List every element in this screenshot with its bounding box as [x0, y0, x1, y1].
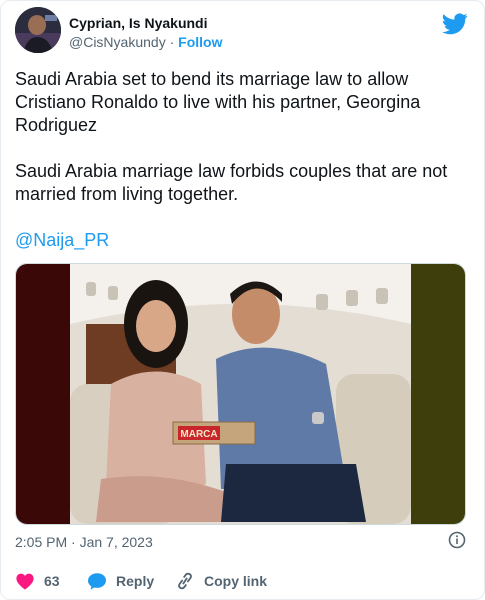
twitter-bird-icon[interactable] — [442, 13, 468, 35]
mention-link[interactable]: @Naija_PR — [15, 229, 470, 252]
separator: · — [169, 34, 175, 50]
tweet-card: Cyprian, Is Nyakundi @CisNyakundy · Foll… — [0, 0, 485, 600]
handle[interactable]: @CisNyakundy — [69, 34, 166, 50]
reply-label: Reply — [116, 573, 155, 589]
tweet-actions: 63 Reply Copy link — [15, 571, 470, 591]
copy-link-label: Copy link — [204, 573, 268, 589]
like-count: 63 — [44, 573, 60, 589]
tweet-text: Saudi Arabia set to bend its marriage la… — [15, 68, 470, 252]
handle-row: @CisNyakundy · Follow — [69, 34, 222, 50]
tweet-header: Cyprian, Is Nyakundi @CisNyakundy · Foll… — [15, 7, 470, 57]
heart-icon — [16, 573, 34, 590]
link-icon — [178, 572, 192, 590]
follow-button[interactable]: Follow — [178, 34, 222, 50]
tweet-timestamp[interactable]: 2:05 PM · Jan 7, 2023 — [15, 534, 153, 550]
copy-link-button[interactable]: Copy link — [175, 571, 267, 591]
info-icon[interactable] — [448, 531, 466, 549]
display-name[interactable]: Cyprian, Is Nyakundi — [69, 15, 207, 31]
tweet-media-image[interactable]: MARCA — [15, 263, 466, 525]
avatar[interactable] — [15, 7, 61, 53]
marca-box-text: MARCA — [180, 429, 217, 440]
reply-bubble-icon — [88, 573, 106, 590]
tweet-paragraph-2: Saudi Arabia marriage law forbids couple… — [15, 161, 448, 204]
like-button[interactable]: 63 — [15, 571, 60, 591]
tweet-paragraph-1: Saudi Arabia set to bend its marriage la… — [15, 69, 421, 135]
reply-button[interactable]: Reply — [87, 571, 154, 591]
